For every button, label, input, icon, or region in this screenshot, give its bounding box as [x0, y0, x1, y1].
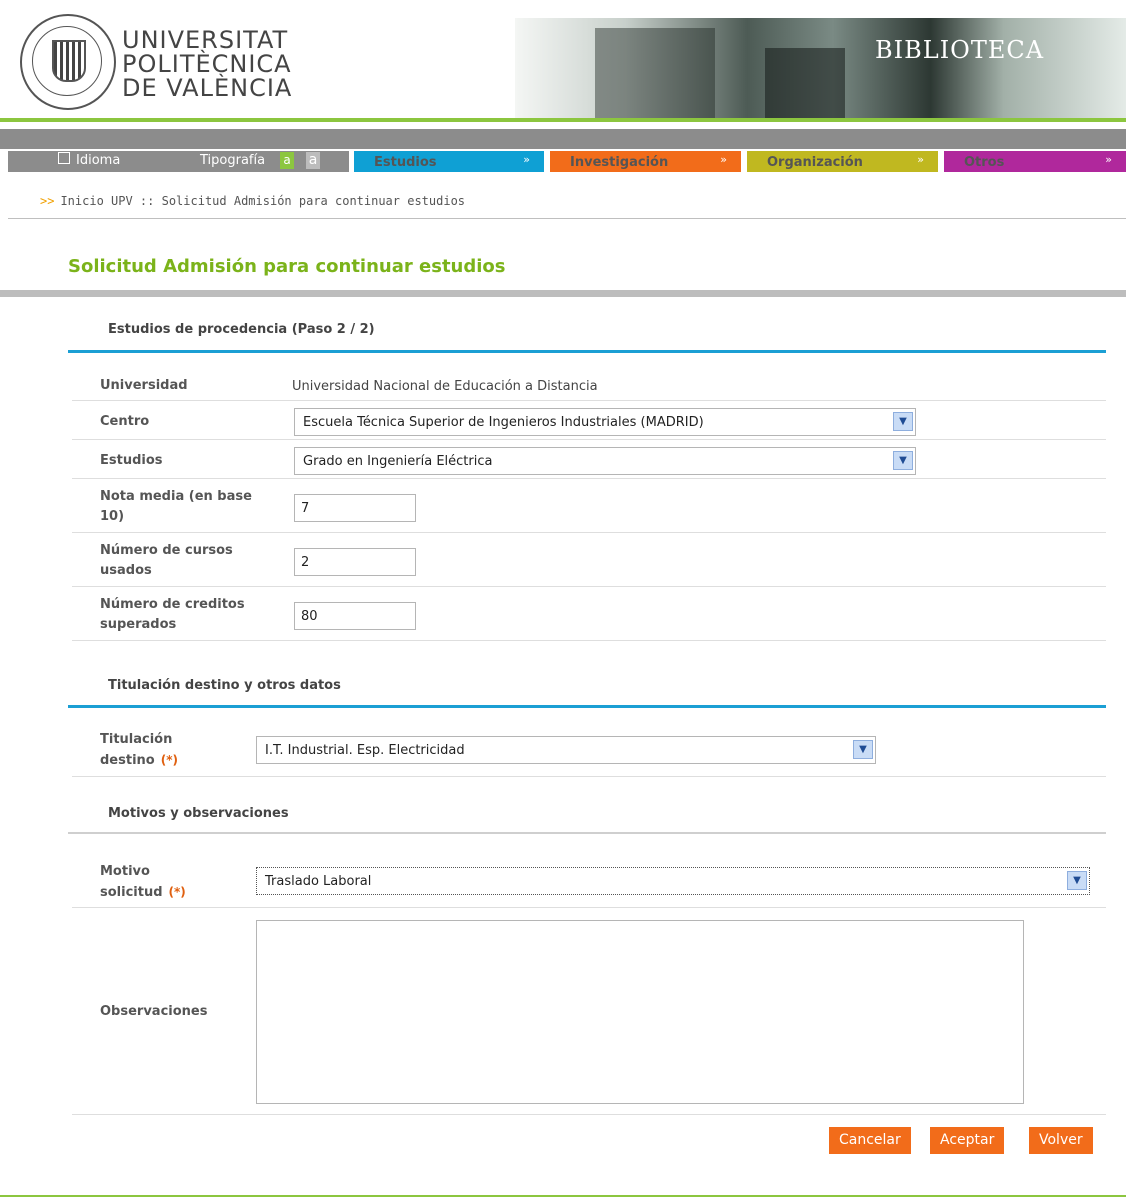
logo-line-2: POLITÈCNICA [122, 50, 292, 78]
chevron-down-icon[interactable]: ▼ [853, 740, 873, 759]
motivo-select[interactable]: Traslado Laboral ▼ [256, 867, 1090, 895]
nav-tab-organizacion[interactable]: Organización » [747, 151, 938, 172]
centro-selected-value: Escuela Técnica Superior de Ingenieros I… [303, 415, 704, 430]
nav-tab-label: Investigación [570, 155, 669, 170]
universidad-value: Universidad Nacional de Educación a Dist… [292, 379, 598, 394]
section-divider [68, 705, 1106, 708]
accept-button[interactable]: Aceptar [930, 1127, 1005, 1154]
page-title: Solicitud Admisión para continuar estudi… [68, 256, 506, 277]
upv-seal-logo[interactable] [20, 14, 116, 110]
row-divider [72, 907, 1106, 908]
titulacion-label-line1: Titulación [100, 732, 173, 747]
creditos-input[interactable]: 80 [294, 602, 416, 630]
back-button[interactable]: Volver [1029, 1127, 1093, 1154]
row-divider [72, 640, 1106, 641]
nota-media-input[interactable]: 7 [294, 494, 416, 522]
cursos-input[interactable]: 2 [294, 548, 416, 576]
breadcrumb: >> Inicio UPV :: Solicitud Admisión para … [40, 194, 465, 208]
row-divider [72, 1114, 1106, 1115]
cursos-label-line2: usados [100, 563, 152, 578]
estudios-label: Estudios [100, 453, 163, 468]
titulacion-label: Titulación destino (*) [100, 730, 178, 771]
motivo-selected-value: Traslado Laboral [265, 874, 372, 889]
title-divider [0, 290, 1126, 297]
required-mark: (*) [160, 753, 178, 767]
estudios-select[interactable]: Grado en Ingeniería Eléctrica ▼ [294, 447, 916, 475]
font-size-large-button[interactable]: a [306, 152, 320, 169]
nav-tab-estudios[interactable]: Estudios » [354, 151, 544, 172]
logo-line-3: DE VALÈNCIA [122, 74, 293, 102]
centro-label: Centro [100, 414, 150, 429]
nota-media-label-line1: Nota media (en base [100, 489, 252, 504]
row-divider [72, 400, 1106, 401]
chevron-down-icon[interactable]: ▼ [893, 451, 913, 470]
nota-media-label: Nota media (en base 10) [100, 487, 252, 527]
nav-tab-label: Organización [767, 155, 863, 170]
banner-sign: BIBLIOTECA [875, 36, 1045, 64]
universidad-label: Universidad [100, 378, 188, 393]
row-divider [72, 586, 1106, 587]
nav-tab-investigacion[interactable]: Investigación » [550, 151, 741, 172]
estudios-selected-value: Grado en Ingeniería Eléctrica [303, 454, 493, 469]
chevron-down-icon: » [917, 153, 924, 166]
motivo-label-line1: Motivo [100, 864, 150, 879]
row-divider [72, 776, 1106, 777]
titulacion-select[interactable]: I.T. Industrial. Esp. Electricidad ▼ [256, 736, 876, 764]
idioma-link[interactable]: Idioma [76, 153, 120, 168]
header-accent-line [0, 118, 1126, 122]
motivo-label: Motivo solicitud (*) [100, 862, 186, 903]
row-divider [72, 532, 1106, 533]
main-nav: Idioma Tipografía a a Estudios » Investi… [0, 151, 1126, 173]
chevron-down-icon: » [720, 153, 727, 166]
utility-bar: Idioma Tipografía a a [8, 151, 349, 172]
cursos-label: Número de cursos usados [100, 541, 233, 581]
section-divider [68, 350, 1106, 353]
creditos-label-line1: Número de creditos [100, 597, 245, 612]
site-header: UNIVERSITAT POLITÈCNICA DE VALÈNCIA BIBL… [0, 0, 1126, 120]
section-title-destino: Titulación destino y otros datos [108, 678, 341, 693]
header-gray-bar [0, 129, 1126, 149]
nav-tab-label: Otros [964, 155, 1005, 170]
section-divider [68, 832, 1106, 834]
footer-accent-line [0, 1195, 1126, 1197]
cancel-button[interactable]: Cancelar [829, 1127, 911, 1154]
cursos-label-line1: Número de cursos [100, 543, 233, 558]
tipografia-label: Tipografía [200, 153, 266, 168]
titulacion-label-line2: destino [100, 753, 155, 768]
nav-tab-otros[interactable]: Otros » [944, 151, 1126, 172]
creditos-label: Número de creditos superados [100, 595, 245, 635]
required-mark: (*) [168, 885, 186, 899]
chevron-down-icon[interactable]: ▼ [893, 412, 913, 431]
motivo-label-line2: solicitud [100, 885, 163, 900]
row-divider [72, 478, 1106, 479]
font-size-small-button[interactable]: a [280, 152, 294, 169]
chevron-down-icon: » [523, 153, 530, 166]
library-banner-image: BIBLIOTECA [515, 18, 1126, 120]
upv-wordmark[interactable]: UNIVERSITAT POLITÈCNICA DE VALÈNCIA [122, 28, 292, 100]
observaciones-textarea[interactable] [256, 920, 1024, 1104]
idioma-checkbox-icon[interactable] [58, 152, 70, 164]
section-title-motivos: Motivos y observaciones [108, 806, 289, 821]
logo-line-1: UNIVERSITAT [122, 26, 289, 54]
breadcrumb-text[interactable]: Inicio UPV :: Solicitud Admisión para co… [60, 194, 465, 208]
breadcrumb-arrow-icon: >> [40, 194, 55, 208]
centro-select[interactable]: Escuela Técnica Superior de Ingenieros I… [294, 408, 916, 436]
breadcrumb-divider [8, 218, 1126, 219]
nota-media-label-line2: 10) [100, 509, 125, 524]
creditos-label-line2: superados [100, 617, 177, 632]
section-title-procedencia: Estudios de procedencia (Paso 2 / 2) [108, 322, 375, 337]
row-divider [72, 439, 1106, 440]
nav-tab-label: Estudios [374, 155, 437, 170]
titulacion-selected-value: I.T. Industrial. Esp. Electricidad [265, 743, 465, 758]
chevron-down-icon: » [1105, 153, 1112, 166]
chevron-down-icon[interactable]: ▼ [1067, 871, 1087, 890]
observaciones-label: Observaciones [100, 1004, 208, 1019]
